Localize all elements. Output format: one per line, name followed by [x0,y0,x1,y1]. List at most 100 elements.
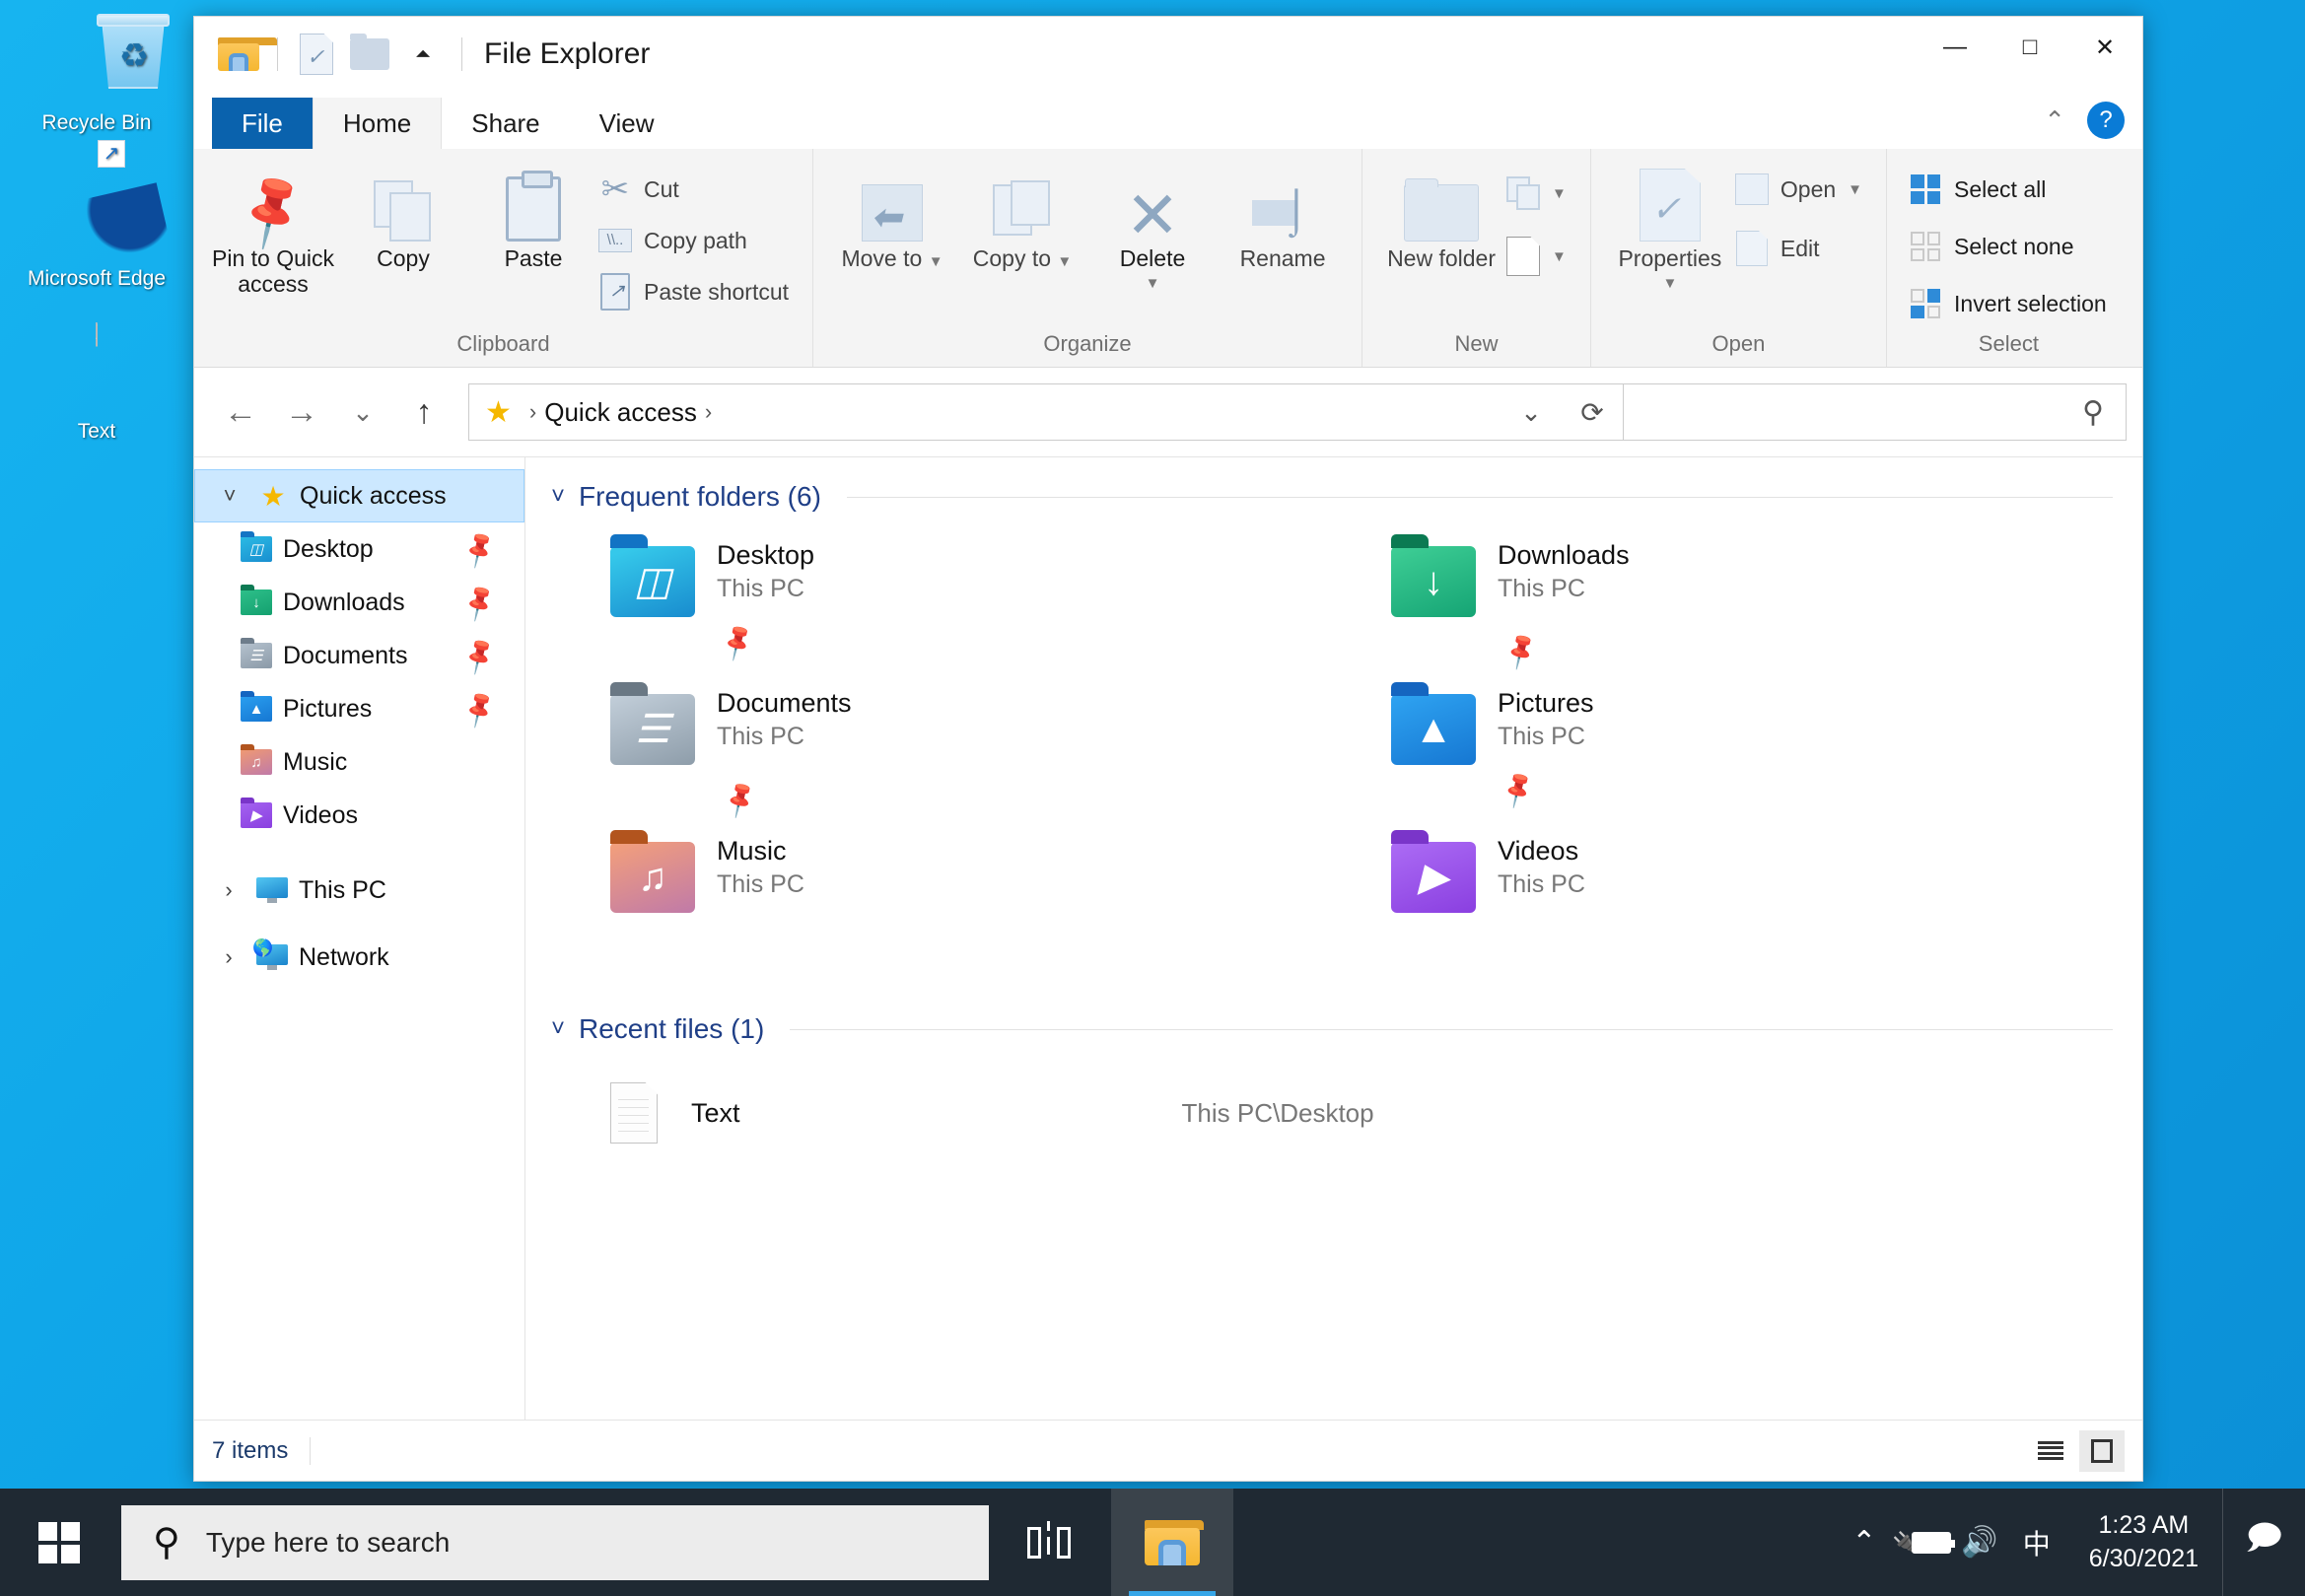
sidebar-item-desktop[interactable]: ◫ Desktop 📌 [194,522,524,576]
chevron-down-icon: ▼ [1552,247,1567,265]
chevron-down-icon: ▼ [928,253,943,270]
breadcrumb-quick-access[interactable]: Quick access [544,397,697,428]
sidebar-item-music[interactable]: ♫ Music [194,735,524,789]
pin-icon[interactable]: 📌 [457,581,501,623]
new-folder-button[interactable]: New folder [1376,155,1506,271]
collapse-ribbon-icon[interactable]: ⌃ [2044,105,2065,136]
open-icon [1734,173,1769,205]
chevron-right-icon[interactable]: › [212,877,245,903]
rename-button[interactable]: ⌡ Rename [1218,155,1348,271]
button-label: Select all [1954,175,2047,202]
close-button[interactable]: ✕ [2067,17,2142,78]
address-bar[interactable]: ★ › Quick access › ⌄ ⟳ [468,383,1624,441]
taskbar-search-input[interactable]: ⚲ Type here to search [121,1504,989,1580]
chevron-right-icon[interactable]: › [212,944,245,970]
move-to-button[interactable]: ⬅ Move to ▼ [827,155,957,271]
pin-to-quick-access-button[interactable]: 📌 Pin to Quick access [208,155,338,298]
search-input[interactable]: ⚲ [1624,383,2127,441]
sidebar-item-label: Quick access [300,481,447,510]
sidebar-item-network[interactable]: › 🌎 Network [194,931,524,984]
folder-name: Desktop [717,540,815,570]
cut-button[interactable]: ✂ Cut [598,169,799,210]
folder-item-pictures[interactable]: ▲ Pictures This PC 📌 [1332,674,2113,822]
desktop-icon-microsoft-edge[interactable]: ↗ Microsoft Edge [0,136,193,292]
refresh-icon[interactable]: ⟳ [1562,384,1623,440]
chevron-down-icon[interactable]: ˅ [551,483,565,511]
paste-button[interactable]: Paste [468,155,598,271]
minimize-button[interactable]: — [1918,17,1992,78]
tab-file[interactable]: File [212,98,313,149]
select-all-button[interactable]: Select all [1909,169,2117,210]
copy-to-button[interactable]: Copy to ▼ [957,155,1087,271]
ribbon-group-select: Select all Select none Invert selection [1887,149,2130,367]
open-button[interactable]: Open ▼ [1734,169,1872,210]
taskbar-edge[interactable] [1233,1489,1356,1596]
large-icons-view-icon[interactable] [2079,1429,2125,1472]
up-arrow-icon[interactable]: ↑ [393,382,454,443]
tab-share[interactable]: Share [442,98,569,149]
pin-icon[interactable]: 📌 [457,687,501,729]
qat-new-folder-icon[interactable] [343,28,396,81]
sidebar-item-documents[interactable]: ☰ Documents 📌 [194,629,524,682]
delete-button[interactable]: ✕ Delete ▼ [1087,155,1218,292]
paste-shortcut-button[interactable]: ↗ Paste shortcut [598,271,799,312]
desktop-icon-recycle-bin[interactable]: ♻ Recycle Bin [0,0,193,136]
new-item-button[interactable]: ▼ [1506,236,1576,277]
easy-access-button[interactable]: ▼ [1506,173,1576,214]
details-view-icon[interactable] [2028,1430,2073,1472]
sidebar-item-videos[interactable]: ▶ Videos [194,789,524,842]
folder-desktop-icon: ◫ [610,534,695,617]
clock[interactable]: 1:23 AM 6/30/2021 [2065,1509,2222,1576]
recent-file-item-text[interactable]: Text This PC\Desktop [551,1071,2113,1155]
pin-icon[interactable]: 📌 [457,634,501,676]
recent-locations-icon[interactable]: ⌄ [332,382,393,443]
file-explorer-icon[interactable] [212,28,277,81]
folder-item-videos[interactable]: ▶ Videos This PC [1332,822,2113,970]
sidebar-item-label: Documents [283,641,408,669]
paste-icon [506,169,561,242]
windows-start-icon[interactable] [0,1489,118,1596]
sidebar-item-downloads[interactable]: ↓ Downloads 📌 [194,576,524,629]
invert-selection-button[interactable]: Invert selection [1909,283,2117,324]
sidebar-item-quick-access[interactable]: ˅ ★ Quick access [194,469,524,522]
folder-name: Music [717,836,787,866]
title-bar[interactable]: ✓ ⏶ File Explorer — □ ✕ ⌃ ? [194,17,2142,139]
section-title: Frequent folders (6) [579,481,821,512]
sidebar-item-pictures[interactable]: ▲ Pictures 📌 [194,682,524,735]
qat-customize-icon[interactable]: ⏶ [396,28,450,81]
ime-language-icon[interactable]: 中 [2008,1489,2065,1596]
recent-files-header[interactable]: ˅ Recent files (1) [551,1013,2113,1045]
forward-arrow-icon[interactable]: → [271,382,332,443]
tab-home[interactable]: Home [312,98,443,149]
action-center-icon[interactable]: 🗩 [2222,1489,2305,1596]
properties-button[interactable]: ✓ Properties ▼ [1605,155,1735,292]
address-dropdown-icon[interactable]: ⌄ [1501,384,1562,440]
taskbar-file-explorer[interactable] [1111,1489,1233,1596]
battery-charging-icon[interactable]: 🔌 [1893,1489,1955,1596]
sidebar-item-this-pc[interactable]: › This PC [194,864,524,917]
maximize-button[interactable]: □ [1992,17,2067,78]
chevron-down-icon[interactable]: ˅ [551,1015,565,1043]
tab-view[interactable]: View [570,98,684,149]
breadcrumb-separator[interactable]: › [697,399,720,425]
show-hidden-icons-chevron[interactable]: ⌃ [1836,1489,1893,1596]
folder-item-desktop[interactable]: ◫ Desktop This PC 📌 [551,526,1332,674]
qat-properties-icon[interactable]: ✓ [290,28,343,81]
volume-icon[interactable]: 🔊 [1951,1489,2008,1596]
quick-access-toolbar: ✓ ⏶ File Explorer [194,17,650,92]
button-label: Select none [1954,233,2074,259]
frequent-folders-header[interactable]: ˅ Frequent folders (6) [551,481,2113,513]
copy-button[interactable]: Copy [338,155,468,271]
copy-path-button[interactable]: \\.. Copy path [598,220,799,261]
select-none-button[interactable]: Select none [1909,226,2117,267]
folder-item-music[interactable]: ♫ Music This PC [551,822,1332,970]
edit-button[interactable]: Edit [1735,228,1872,269]
help-button[interactable]: ? [2087,102,2125,139]
folder-item-documents[interactable]: ☰ Documents This PC 📌 [551,674,1332,822]
desktop-icon-text[interactable]: Text [0,293,193,445]
chevron-down-icon[interactable]: ˅ [213,483,246,509]
pin-icon[interactable]: 📌 [457,527,501,570]
task-view-button[interactable] [989,1489,1111,1596]
back-arrow-icon[interactable]: ← [210,382,271,443]
folder-item-downloads[interactable]: ↓ Downloads This PC 📌 [1332,526,2113,674]
